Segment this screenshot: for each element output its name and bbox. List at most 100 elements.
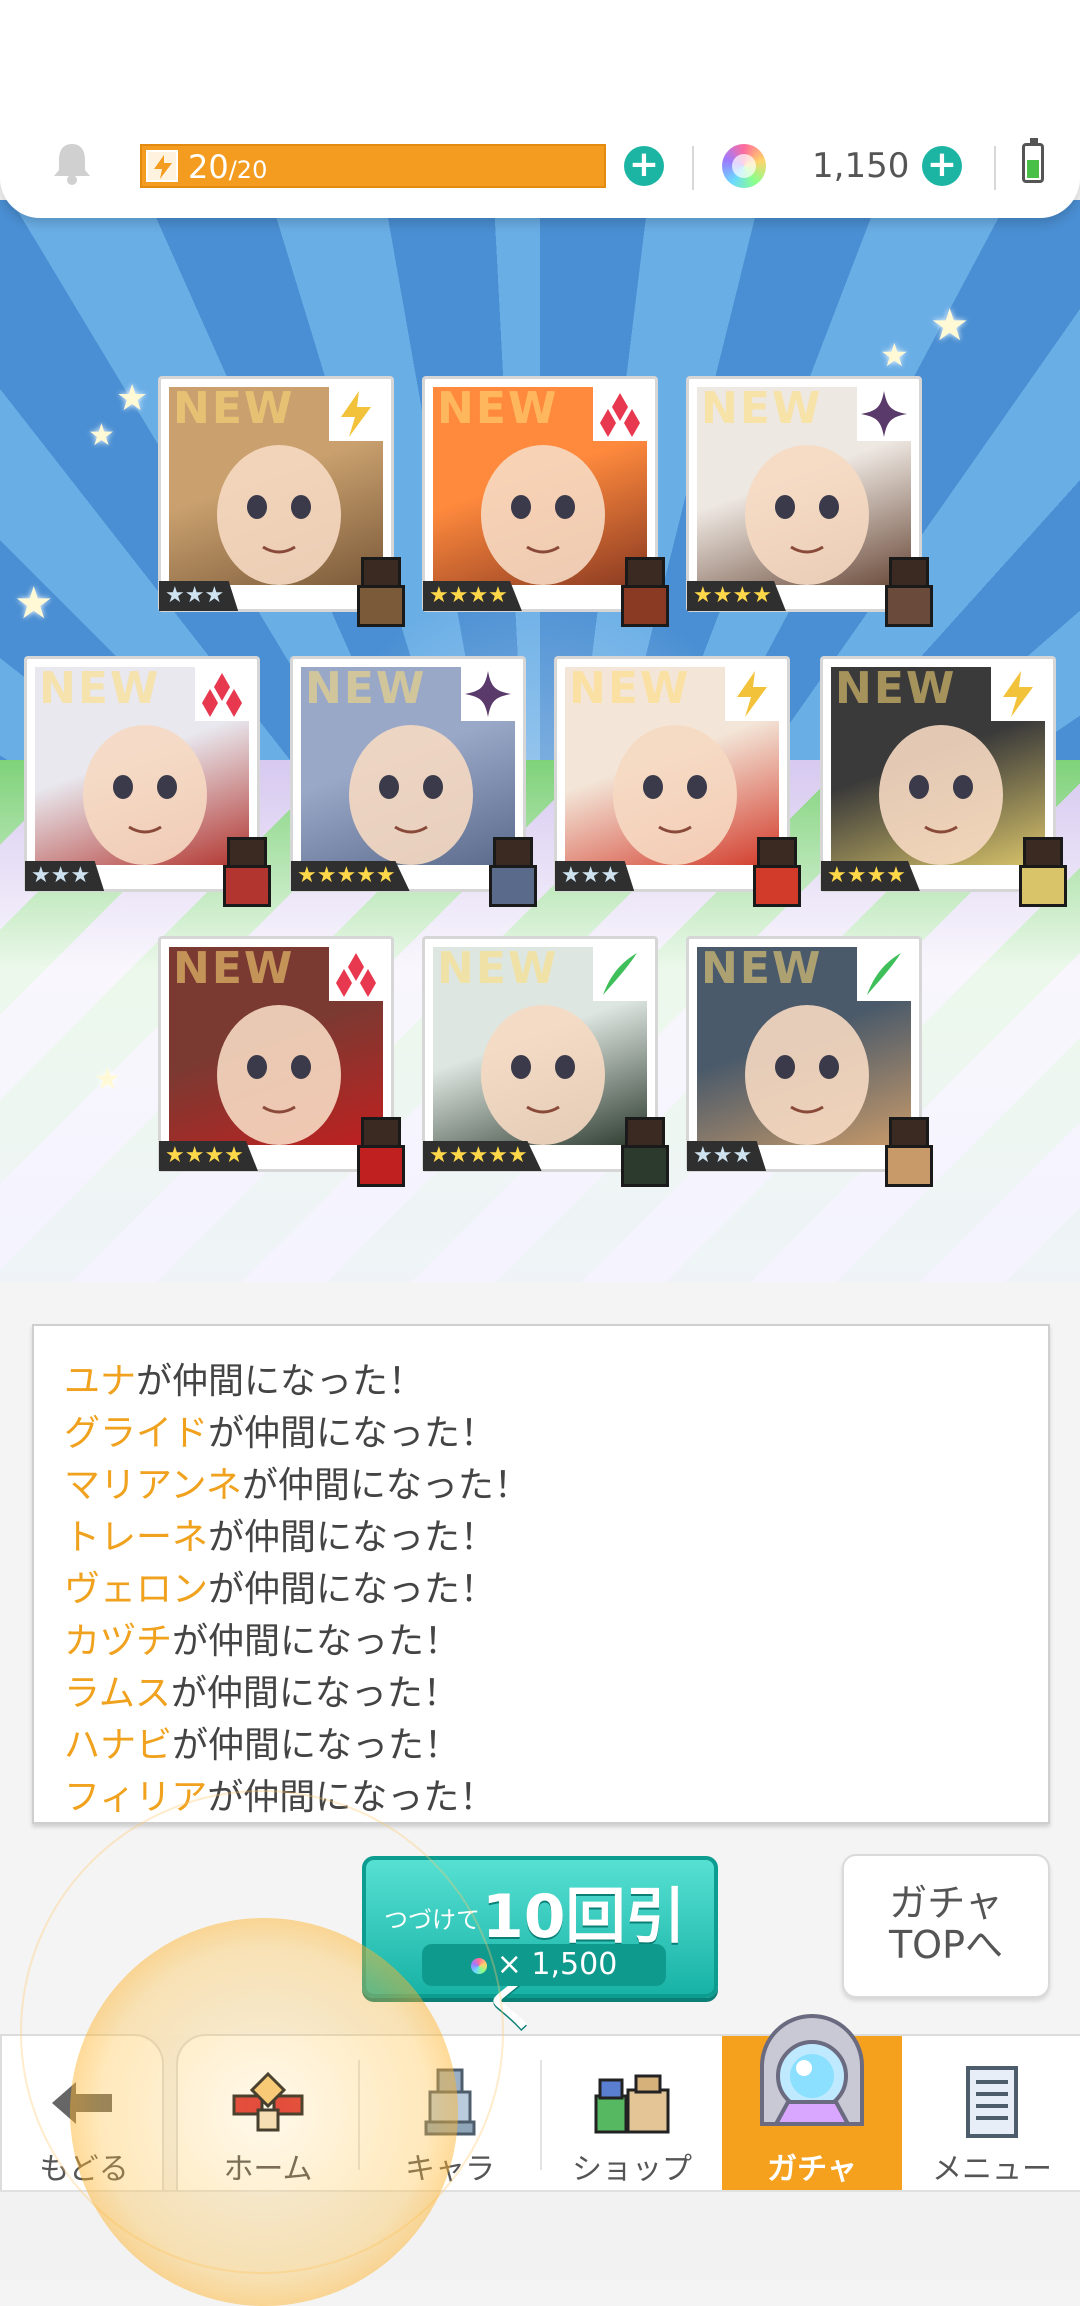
sparkle-star-icon: ★ bbox=[14, 578, 54, 629]
character-name: ハナビ bbox=[64, 1725, 173, 1766]
character-name: ユナ bbox=[64, 1361, 137, 1402]
gem-icon bbox=[470, 1957, 487, 1974]
home-icon bbox=[232, 2071, 304, 2132]
nav-base bbox=[0, 2190, 1080, 2280]
stamina-bar: 20/20 bbox=[140, 144, 606, 188]
sprite-body bbox=[753, 865, 801, 907]
sprite-body bbox=[489, 865, 537, 907]
character-result-card[interactable]: NEW ★★★★★ bbox=[422, 936, 669, 1187]
pull-ten-again-button[interactable]: つづけて 10回引く × 1,500 bbox=[362, 1856, 718, 2039]
status-bar: 20/20 + 1,150 + bbox=[0, 0, 1080, 218]
rarity-stars: ★★★★ bbox=[821, 861, 920, 891]
log-suffix: が仲間になった！ bbox=[172, 1725, 461, 1766]
tab-label: ショップ bbox=[572, 2152, 692, 2187]
tab-menu[interactable]: メニュー bbox=[902, 2036, 1080, 2192]
sparkle-star-icon: ★ bbox=[880, 336, 909, 374]
stamina-icon bbox=[146, 150, 178, 182]
log-line: マリアンネが仲間になった！ bbox=[64, 1456, 530, 1508]
character-icon bbox=[424, 2068, 476, 2136]
nav-tabs: ホーム キャラ ショップ ガチャ メニュー bbox=[176, 2014, 1080, 2192]
sprite-body bbox=[1019, 865, 1067, 907]
rarity-stars: ★★★ bbox=[687, 1141, 767, 1171]
character-result-card[interactable]: NEW ★★★ bbox=[686, 936, 933, 1187]
result-message-log[interactable]: ユナが仲間になった！ グライドが仲間になった！ マリアンネが仲間になった！ トレーネが… bbox=[32, 1324, 1050, 1824]
sparkle-star-icon: ★ bbox=[116, 378, 149, 419]
tab-label: メニュー bbox=[932, 2152, 1052, 2187]
character-name: グライド bbox=[64, 1413, 209, 1454]
new-badge: NEW bbox=[569, 663, 691, 714]
pixel-sprite bbox=[739, 831, 809, 911]
log-suffix: が仲間になった！ bbox=[136, 1361, 425, 1402]
log-suffix: が仲間になった！ bbox=[172, 1621, 461, 1662]
tab-label: ホーム bbox=[223, 2152, 313, 2187]
character-result-card[interactable]: NEW ★★★★ bbox=[686, 376, 933, 627]
new-badge: NEW bbox=[437, 943, 559, 994]
gacha-result-stage: ★ ★ ★ ★ ★ ★ NEW ★★★ NEW ★★★★ NEW ★★★★ NEW ★★★ NE… bbox=[0, 200, 1080, 1282]
log-line: グライドが仲間になった！ bbox=[64, 1404, 496, 1456]
pixel-sprite bbox=[1005, 831, 1075, 911]
sprite-body bbox=[621, 585, 669, 627]
log-suffix: が仲間になった！ bbox=[207, 1777, 496, 1818]
character-result-card[interactable]: NEW ★★★★ bbox=[158, 936, 405, 1187]
sprite-body bbox=[885, 1145, 933, 1187]
pull-cost-value: × 1,500 bbox=[496, 1947, 618, 1982]
log-suffix: が仲間になった！ bbox=[241, 1465, 530, 1506]
battery-icon bbox=[1022, 138, 1044, 183]
back-button[interactable]: もどる bbox=[0, 2034, 164, 2190]
tab-gacha[interactable]: ガチャ bbox=[722, 2014, 902, 2192]
character-name: トレーネ bbox=[64, 1517, 209, 1558]
tab-character[interactable]: キャラ bbox=[360, 2036, 540, 2192]
menu-icon bbox=[966, 2066, 1018, 2138]
log-suffix: が仲間になった！ bbox=[208, 1413, 497, 1454]
pixel-sprite bbox=[475, 831, 545, 911]
add-gems-button[interactable]: + bbox=[922, 146, 962, 186]
log-line: ラムスが仲間になった！ bbox=[64, 1664, 459, 1716]
pixel-sprite bbox=[607, 1111, 677, 1191]
sprite-body bbox=[357, 1145, 405, 1187]
new-badge: NEW bbox=[305, 663, 427, 714]
character-result-card[interactable]: NEW ★★★★ bbox=[820, 656, 1067, 907]
tab-home[interactable]: ホーム bbox=[178, 2036, 358, 2192]
gacha-top-label-line1: ガチャ bbox=[889, 1881, 1003, 1925]
rarity-stars: ★★★ bbox=[555, 861, 635, 891]
log-suffix: が仲間になった！ bbox=[170, 1673, 459, 1714]
character-result-card[interactable]: NEW ★★★★★ bbox=[290, 656, 537, 907]
element-fire-icon bbox=[329, 947, 383, 1001]
back-label-wrap: もどる bbox=[2, 2036, 166, 2192]
back-label: もどる bbox=[39, 2152, 129, 2187]
rarity-stars: ★★★ bbox=[25, 861, 105, 891]
sparkle-star-icon: ★ bbox=[94, 1062, 121, 1097]
rarity-stars: ★★★ bbox=[159, 581, 239, 611]
gacha-top-button[interactable]: ガチャ TOPへ bbox=[842, 1854, 1050, 1998]
stamina-max: /20 bbox=[228, 156, 268, 184]
pixel-sprite bbox=[343, 1111, 413, 1191]
new-badge: NEW bbox=[437, 383, 559, 434]
new-badge: NEW bbox=[835, 663, 957, 714]
log-suffix: が仲間になった！ bbox=[208, 1569, 497, 1610]
character-result-card[interactable]: NEW ★★★ bbox=[554, 656, 801, 907]
log-line: フィリアが仲間になった！ bbox=[64, 1768, 495, 1820]
stamina-value: 20/20 bbox=[188, 148, 268, 186]
divider bbox=[994, 146, 996, 190]
character-result-card[interactable]: NEW ★★★★ bbox=[422, 376, 669, 627]
pull-cost: × 1,500 bbox=[422, 1944, 666, 1986]
gem-count: 1,150 bbox=[812, 146, 910, 186]
element-dark-icon bbox=[857, 387, 911, 441]
element-lightning-icon bbox=[329, 387, 383, 441]
element-fire-icon bbox=[593, 387, 647, 441]
sparkle-star-icon: ★ bbox=[88, 418, 115, 453]
character-result-card[interactable]: NEW ★★★ bbox=[158, 376, 405, 627]
log-line: ユナが仲間になった！ bbox=[64, 1352, 424, 1404]
shop-icon bbox=[594, 2074, 670, 2134]
character-result-card[interactable]: NEW ★★★ bbox=[24, 656, 271, 907]
add-stamina-button[interactable]: + bbox=[624, 146, 664, 186]
element-wind-icon bbox=[593, 947, 647, 1001]
rarity-stars: ★★★★ bbox=[687, 581, 786, 611]
new-badge: NEW bbox=[701, 943, 823, 994]
log-line: ヴェロンが仲間になった！ bbox=[64, 1560, 496, 1612]
sprite-body bbox=[621, 1145, 669, 1187]
rarity-stars: ★★★★ bbox=[159, 1141, 258, 1171]
sprite-body bbox=[223, 865, 271, 907]
bell-icon[interactable] bbox=[50, 140, 94, 186]
tab-shop[interactable]: ショップ bbox=[542, 2036, 722, 2192]
